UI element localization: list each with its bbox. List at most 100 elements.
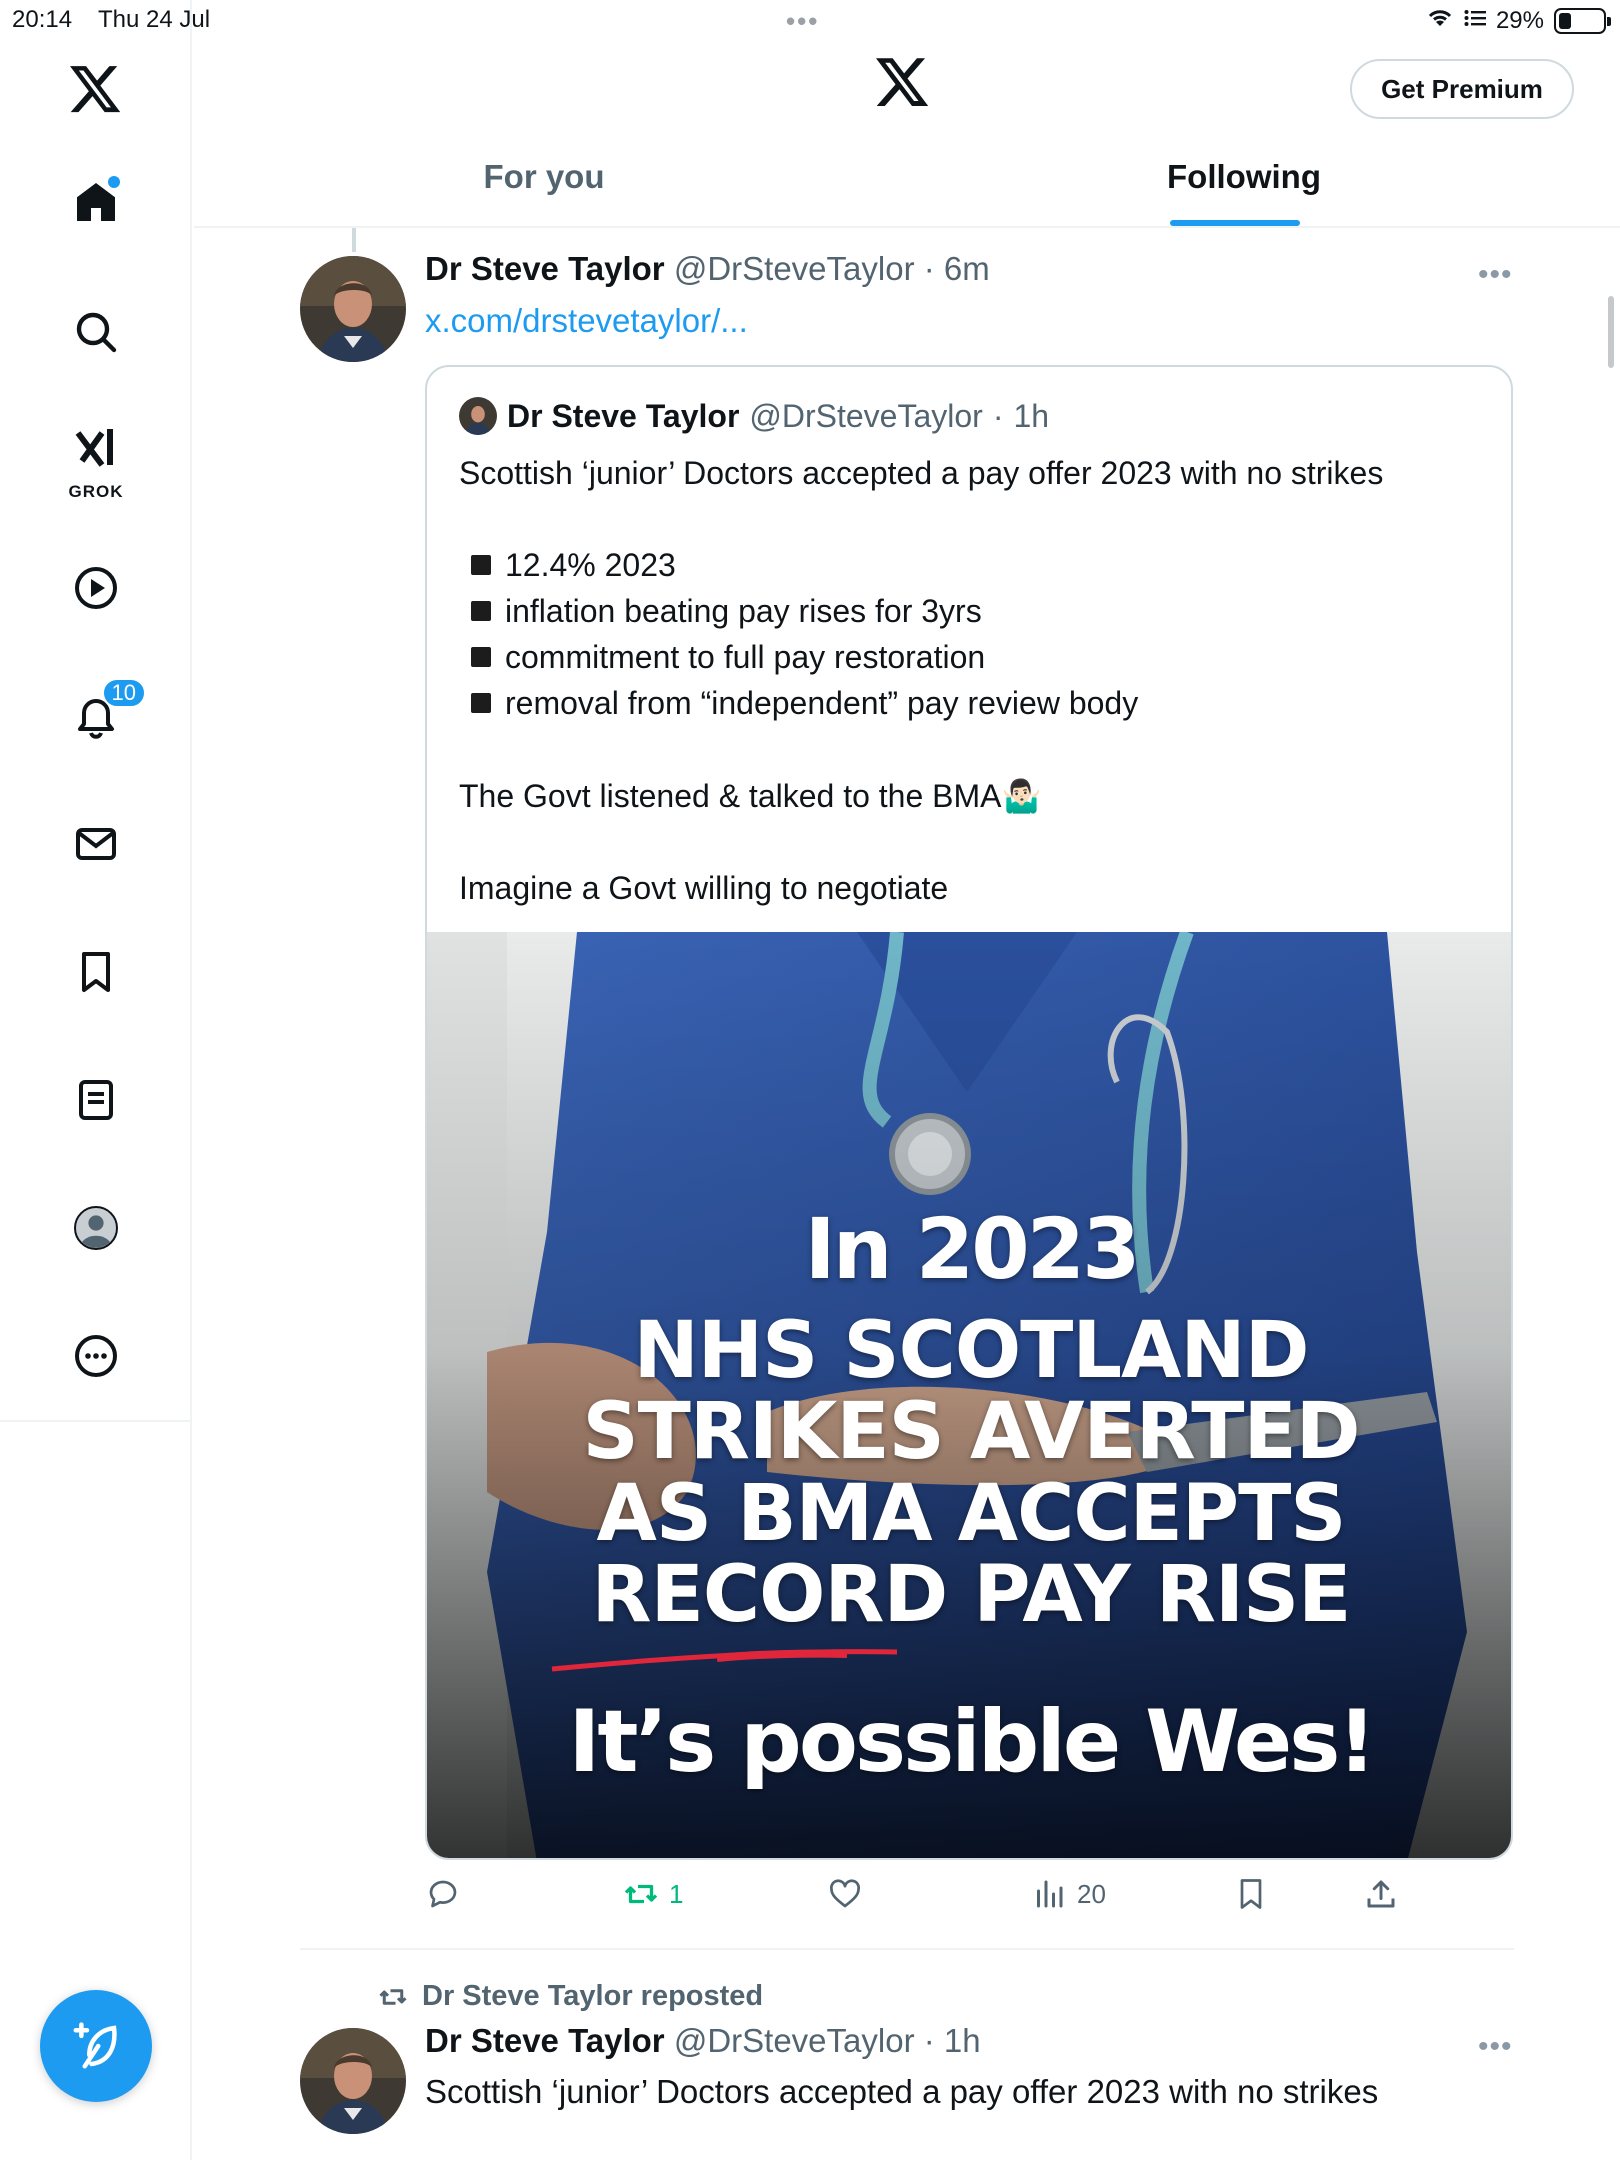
tweet2-meta-separator: · — [923, 2022, 935, 2059]
battery-icon — [1554, 7, 1611, 34]
left-nav: GROK 10 — [0, 0, 192, 2160]
quote-bullet-1-text: 12.4% 2023 — [505, 547, 676, 583]
tweet-link[interactable]: x.com/drstevetaylor/... — [425, 302, 748, 340]
focus-list-icon — [1464, 7, 1486, 35]
list-icon — [79, 1080, 113, 1120]
quote-bullet-4: removal from “independent” pay review bo… — [459, 685, 1138, 722]
nav-search[interactable] — [56, 292, 136, 372]
tweet2-header: Dr Steve Taylor @DrSteveTaylor · 1h — [425, 2022, 981, 2060]
quote-text-line3: Imagine a Govt willing to negotiate — [459, 870, 949, 906]
author-avatar[interactable] — [300, 256, 406, 362]
image-tagline: It’s possible Wes! — [568, 1692, 1376, 1792]
quote-header: Dr Steve Taylor @DrSteveTaylor · 1h — [459, 397, 1049, 435]
x-header-logo-icon[interactable] — [876, 58, 930, 113]
bookmark-icon — [1240, 1879, 1262, 1909]
x-logo-icon[interactable] — [64, 62, 128, 118]
image-headline-line3: AS BMA ACCEPTS — [596, 1469, 1347, 1559]
nav-messages[interactable] — [56, 804, 136, 884]
repost-count: 1 — [669, 1878, 684, 1909]
grok-icon — [75, 429, 113, 467]
tweet-author-handle[interactable]: @DrSteveTaylor — [674, 250, 915, 287]
tweet2-author-handle[interactable]: @DrSteveTaylor — [674, 2022, 915, 2059]
views-chart-icon — [1037, 1880, 1063, 1908]
views-button[interactable]: 20 — [1031, 1876, 1106, 1912]
reply-icon — [429, 1880, 457, 1908]
scrollbar-thumb[interactable] — [1608, 296, 1614, 368]
quote-author-handle: @DrSteveTaylor — [749, 397, 983, 434]
tweet2-timestamp[interactable]: 1h — [944, 2022, 981, 2059]
nav-more[interactable] — [56, 1316, 136, 1396]
battery-percent: 29% — [1495, 6, 1544, 34]
video-play-icon — [75, 567, 117, 609]
bullet-square-icon — [471, 601, 491, 621]
profile-avatar-icon — [74, 1206, 118, 1250]
tweet-divider — [300, 1948, 1514, 1950]
repost-small-icon — [379, 1988, 407, 2005]
bullet-square-icon — [471, 693, 491, 713]
compose-feather-icon — [73, 2022, 117, 2069]
quote-text-line2: The Govt listened & talked to the BMA🤷🏻‍… — [459, 778, 1042, 814]
more-circle-icon — [75, 1335, 117, 1377]
share-button[interactable] — [1363, 1876, 1399, 1912]
heart-icon — [830, 1879, 860, 1908]
image-headline-line2: STRIKES AVERTED — [582, 1387, 1360, 1477]
repost-icon — [624, 1884, 658, 1904]
views-count: 20 — [1077, 1878, 1106, 1909]
bullet-square-icon — [471, 647, 491, 667]
home-unread-dot — [108, 176, 120, 188]
repost-context-label: Dr Steve Taylor reposted — [422, 1980, 764, 2012]
like-button[interactable] — [827, 1876, 863, 1912]
tweet-author-name[interactable]: Dr Steve Taylor — [425, 250, 665, 287]
quote-meta-separator: · — [992, 397, 1004, 434]
image-headline-line1: NHS SCOTLAND — [633, 1306, 1310, 1396]
quote-media-image[interactable]: In 2023 NHS SCOTLAND STRIKES AVERTED AS … — [427, 932, 1511, 1858]
wifi-icon — [1426, 6, 1454, 35]
nav-grok[interactable]: GROK — [56, 410, 136, 506]
active-tab-indicator — [1170, 220, 1300, 226]
nav-profile[interactable] — [56, 1188, 136, 1268]
reply-button[interactable] — [425, 1876, 461, 1912]
quote-bullet-3-text: commitment to full pay restoration — [505, 639, 986, 675]
status-bar: 20:14 Thu 24 Jul ••• 29% — [0, 0, 1620, 38]
tweet-timestamp[interactable]: 6m — [944, 250, 990, 287]
nav-separator — [0, 1420, 192, 1422]
share-upload-icon — [1367, 1880, 1395, 1908]
timeline-header: Get Premium For you Following — [194, 38, 1620, 228]
nav-bookmarks[interactable] — [56, 932, 136, 1012]
tweet2-author-avatar[interactable] — [300, 2028, 406, 2134]
nav-notifications[interactable]: 10 — [56, 676, 146, 756]
quote-tweet-card[interactable]: Dr Steve Taylor @DrSteveTaylor · 1h Scot… — [425, 365, 1513, 1860]
repost-button[interactable]: 1 — [623, 1876, 683, 1912]
get-premium-button[interactable]: Get Premium — [1350, 59, 1574, 119]
quote-bullet-2-text: inflation beating pay rises for 3yrs — [505, 593, 982, 629]
repost-context[interactable]: Dr Steve Taylor reposted — [378, 1980, 763, 2013]
thread-line — [352, 228, 356, 252]
tweet-more-options-icon[interactable]: ••• — [1478, 258, 1513, 292]
tab-for-you[interactable]: For you — [194, 158, 894, 196]
nav-video[interactable] — [56, 548, 136, 628]
quote-bullet-3: commitment to full pay restoration — [459, 639, 985, 676]
battery-fill — [1559, 12, 1571, 29]
quote-timestamp: 1h — [1013, 397, 1050, 434]
nav-lists[interactable] — [56, 1060, 136, 1140]
tweet-header: Dr Steve Taylor @DrSteveTaylor · 6m — [425, 250, 990, 288]
compose-button[interactable] — [40, 1990, 152, 2102]
mail-icon — [76, 828, 116, 860]
search-icon — [76, 312, 117, 353]
tweet2-more-options-icon[interactable]: ••• — [1478, 2030, 1513, 2064]
grok-label: GROK — [68, 482, 124, 501]
quote-author-name: Dr Steve Taylor — [507, 397, 740, 434]
tweet2-text: Scottish ‘junior’ Doctors accepted a pay… — [425, 2073, 1379, 2110]
nav-home[interactable] — [56, 162, 136, 242]
bookmark-button[interactable] — [1233, 1876, 1269, 1912]
multitasking-dots-icon[interactable]: ••• — [786, 6, 819, 37]
quote-author-avatar — [459, 397, 497, 435]
image-headline-line4: RECORD PAY RISE — [591, 1550, 1352, 1640]
image-headline-year: In 2023 — [804, 1200, 1140, 1298]
tweet2-author-name[interactable]: Dr Steve Taylor — [425, 2022, 665, 2059]
quote-bullet-4-text: removal from “independent” pay review bo… — [505, 685, 1139, 721]
quote-bullet-1: 12.4% 2023 — [459, 547, 676, 584]
tab-following[interactable]: Following — [894, 158, 1594, 196]
tweet-meta-separator: · — [923, 250, 935, 287]
bookmark-icon — [82, 952, 110, 992]
